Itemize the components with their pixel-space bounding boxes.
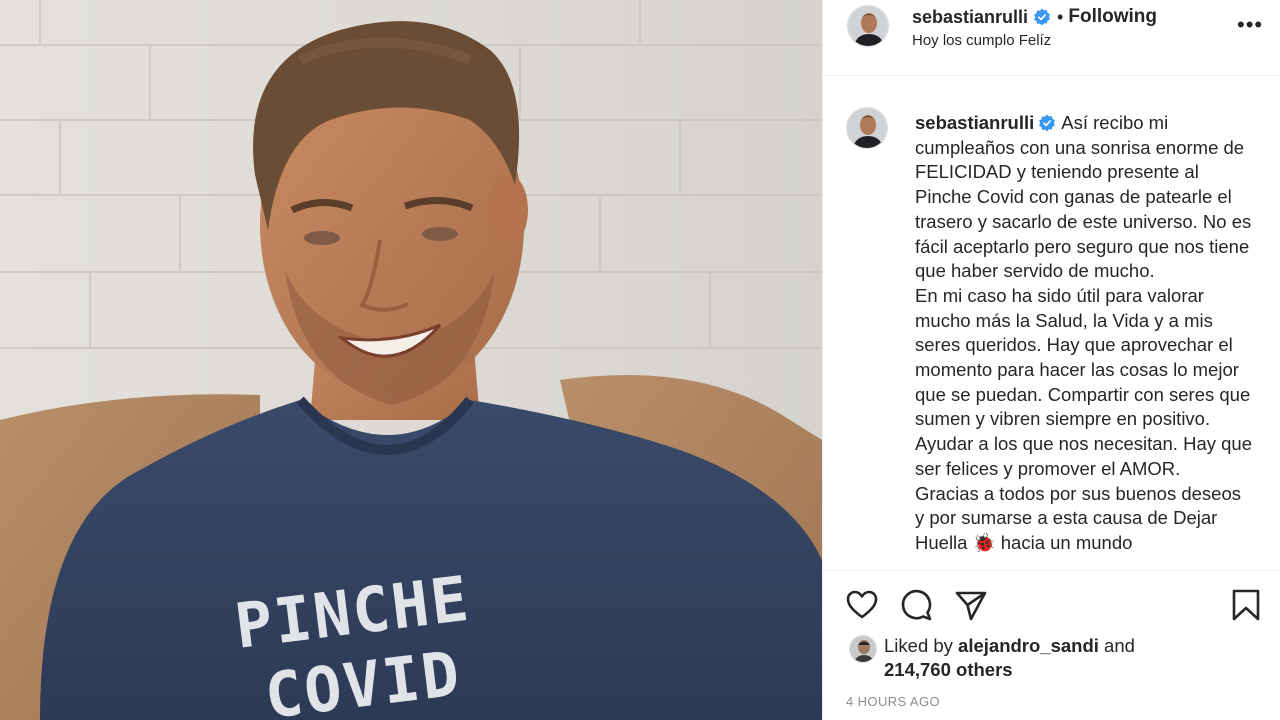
- likes-count-link[interactable]: 214,760 others: [884, 659, 1013, 681]
- verified-badge-icon: [1034, 8, 1050, 26]
- liked-by-connector: and: [1104, 635, 1135, 656]
- liker-avatar[interactable]: [849, 635, 877, 663]
- post-header: sebastianrulli • Following Hoy los cumpl…: [823, 0, 1280, 76]
- caption-text-1: Así recibo mi cumpleaños con una sonrisa…: [915, 112, 1252, 282]
- verified-badge-icon: [1039, 114, 1056, 132]
- liked-by-line: Liked by alejandro_sandi and: [884, 635, 1135, 657]
- separator-dot: •: [1057, 6, 1064, 27]
- author-avatar[interactable]: [847, 5, 889, 47]
- author-username[interactable]: sebastianrulli: [912, 7, 1028, 28]
- liked-by-prefix: Liked by: [884, 635, 953, 656]
- comment-icon[interactable]: [900, 588, 934, 622]
- action-bar: [823, 570, 1280, 630]
- post-caption: sebastianrulli Así recibo mi cumpleaños c…: [915, 111, 1255, 556]
- caption-paragraph-1: sebastianrulli Así recibo mi cumpleaños c…: [915, 111, 1255, 284]
- post-side-panel: sebastianrulli • Following Hoy los cumpl…: [822, 0, 1280, 720]
- header-name-line: sebastianrulli • Following: [912, 6, 1157, 28]
- caption-paragraph-3: Gracias a todos por sus buenos deseos y …: [915, 482, 1241, 553]
- likes-section: Liked by alejandro_sandi and 214,760 oth…: [823, 630, 1280, 686]
- paper-plane-icon[interactable]: [954, 588, 988, 622]
- caption-paragraph-2: En mi caso ha sido útil para valorar muc…: [915, 284, 1252, 479]
- comments-area[interactable]: sebastianrulli Así recibo mi cumpleaños c…: [823, 76, 1280, 570]
- caption-username[interactable]: sebastianrulli: [915, 112, 1034, 133]
- following-button[interactable]: Following: [1068, 6, 1157, 28]
- more-options-icon[interactable]: •••: [1237, 14, 1262, 38]
- post-location[interactable]: Hoy los cumplo Felíz: [912, 32, 1051, 49]
- post-timestamp[interactable]: 4 HOURS AGO: [846, 694, 940, 709]
- liker-username[interactable]: alejandro_sandi: [958, 635, 1099, 656]
- post-photo[interactable]: PINCHE COVID: [0, 0, 822, 720]
- bookmark-icon[interactable]: [1229, 588, 1263, 622]
- caption-avatar[interactable]: [846, 107, 888, 149]
- heart-icon[interactable]: [845, 588, 879, 622]
